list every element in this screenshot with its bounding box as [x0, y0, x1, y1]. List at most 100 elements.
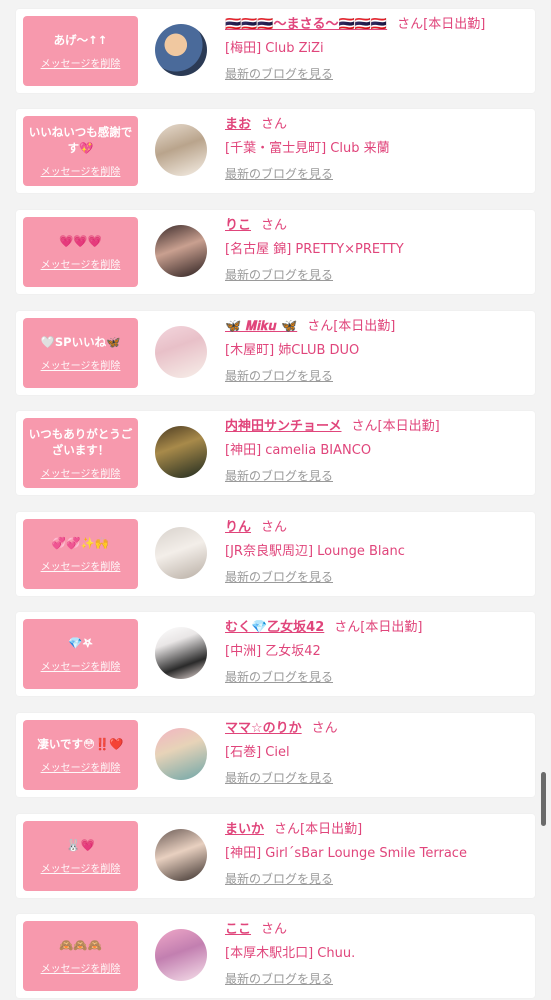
honorific: さん — [274, 822, 301, 837]
message-bubble: いつもありがとうございます！ メッセージを削除 — [23, 418, 138, 488]
avatar[interactable] — [155, 426, 207, 478]
avatar[interactable] — [155, 627, 207, 679]
delete-message-link[interactable]: メッセージを削除 — [41, 960, 121, 975]
delete-message-link[interactable]: メッセージを削除 — [41, 658, 121, 673]
profile-name-link[interactable]: むく💎乙女坂42 — [225, 620, 324, 635]
profile-name-link[interactable]: 🇹🇭🇹🇭🇹🇭〜まさる〜🇹🇭🇹🇭🇹🇭 — [225, 17, 387, 32]
profile-info: 🇹🇭🇹🇭🇹🇭〜まさる〜🇹🇭🇹🇭🇹🇭 さん[本日出勤] [梅田] Club ZiZi… — [225, 14, 530, 82]
message-text: 💎𖤐 — [68, 636, 93, 650]
shop-name: [石巻] Ciel — [225, 745, 290, 760]
attendance-tag: [本日出勤] — [300, 822, 363, 837]
profile-info: 内神田サンチョーメ さん[本日出勤] [神田] camelia BIANCO 最新… — [225, 416, 530, 484]
profile-name-link[interactable]: ここ — [225, 922, 251, 937]
shop-name: [木屋町] 姉CLUB DUO — [225, 343, 360, 358]
shop-name: [中洲] 乙女坂42 — [225, 644, 321, 659]
message-text: いつもありがとうございます！ — [28, 427, 133, 457]
message-card: 💞💞✨🙌 メッセージを削除 りん さん [JR奈良駅周辺] Lounge Blan… — [16, 512, 535, 596]
profile-info: ここ さん [本厚木駅北口] Chuu. 最新のブログを見る — [225, 919, 530, 987]
delete-message-link[interactable]: メッセージを削除 — [41, 558, 121, 573]
delete-message-link[interactable]: メッセージを削除 — [41, 256, 121, 271]
message-text: 🤍SPいいね🦋 — [40, 335, 121, 349]
shop-name: [梅田] Club ZiZi — [225, 41, 324, 56]
latest-blog-link[interactable]: 最新のブログを見る — [225, 770, 530, 786]
profile-info: まいか さん[本日出勤] [神田] Girl´sBar Lounge Smile … — [225, 819, 530, 887]
latest-blog-link[interactable]: 最新のブログを見る — [225, 66, 530, 82]
message-card: いいねいつも感謝です💖 メッセージを削除 まお さん [千葉・富士見町] Club… — [16, 109, 535, 193]
message-bubble: いいねいつも感謝です💖 メッセージを削除 — [23, 116, 138, 186]
avatar[interactable] — [155, 728, 207, 780]
profile-info: りん さん [JR奈良駅周辺] Lounge Blanc 最新のブログを見る — [225, 517, 530, 585]
message-text: 🐰💗 — [66, 838, 95, 852]
message-bubble: あげ〜↑↑ メッセージを削除 — [23, 16, 138, 86]
attendance-tag: [本日出勤] — [423, 17, 486, 32]
message-text: 🙈🙈🙈 — [59, 938, 102, 952]
message-text: あげ〜↑↑ — [53, 33, 108, 47]
profile-name-link[interactable]: まお — [225, 117, 251, 132]
message-card: 💗💗💗 メッセージを削除 りこ さん [名古屋 錦] PRETTY×PRETTY … — [16, 210, 535, 294]
avatar[interactable] — [155, 225, 207, 277]
profile-name-link[interactable]: 内神田サンチョーメ — [225, 419, 341, 434]
attendance-tag: [本日出勤] — [360, 620, 423, 635]
message-card: 凄いです😳‼️❤️ メッセージを削除 ママ☆のりか さん [石巻] Ciel 最新… — [16, 713, 535, 797]
avatar[interactable] — [155, 326, 207, 378]
message-text: 💞💞✨🙌 — [51, 536, 110, 550]
avatar[interactable] — [155, 527, 207, 579]
delete-message-link[interactable]: メッセージを削除 — [41, 357, 121, 372]
message-bubble: 🐰💗 メッセージを削除 — [23, 821, 138, 891]
profile-name-link[interactable]: りこ — [225, 218, 251, 233]
honorific: さん — [307, 319, 334, 334]
latest-blog-link[interactable]: 最新のブログを見る — [225, 368, 530, 384]
message-bubble: 💎𖤐 メッセージを削除 — [23, 619, 138, 689]
honorific: さん — [261, 520, 288, 535]
avatar[interactable] — [155, 929, 207, 981]
latest-blog-link[interactable]: 最新のブログを見る — [225, 267, 530, 283]
message-card: いつもありがとうございます！ メッセージを削除 内神田サンチョーメ さん[本日出勤… — [16, 411, 535, 495]
latest-blog-link[interactable]: 最新のブログを見る — [225, 468, 530, 484]
honorific: さん — [261, 117, 288, 132]
message-card: 🙈🙈🙈 メッセージを削除 ここ さん [本厚木駅北口] Chuu. 最新のブログを… — [16, 914, 535, 998]
avatar[interactable] — [155, 829, 207, 881]
message-text: 💗💗💗 — [59, 234, 102, 248]
honorific: さん — [261, 922, 288, 937]
profile-name-link[interactable]: りん — [225, 520, 251, 535]
profile-info: りこ さん [名古屋 錦] PRETTY×PRETTY 最新のブログを見る — [225, 215, 530, 283]
latest-blog-link[interactable]: 最新のブログを見る — [225, 669, 530, 685]
message-text: いいねいつも感謝です💖 — [28, 125, 133, 155]
delete-message-link[interactable]: メッセージを削除 — [41, 465, 121, 480]
delete-message-link[interactable]: メッセージを削除 — [41, 55, 121, 70]
honorific: さん — [261, 218, 288, 233]
scrollbar[interactable] — [541, 772, 546, 826]
message-card: 💎𖤐 メッセージを削除 むく💎乙女坂42 さん[本日出勤] [中洲] 乙女坂42 … — [16, 612, 535, 696]
shop-name: [本厚木駅北口] Chuu. — [225, 946, 356, 961]
profile-info: ママ☆のりか さん [石巻] Ciel 最新のブログを見る — [225, 718, 530, 786]
honorific: さん — [334, 620, 361, 635]
delete-message-link[interactable]: メッセージを削除 — [41, 759, 121, 774]
message-bubble: 🤍SPいいね🦋 メッセージを削除 — [23, 318, 138, 388]
profile-name-link[interactable]: まいか — [225, 822, 264, 837]
latest-blog-link[interactable]: 最新のブログを見る — [225, 871, 530, 887]
profile-name-link[interactable]: ママ☆のりか — [225, 721, 302, 736]
delete-message-link[interactable]: メッセージを削除 — [41, 860, 121, 875]
shop-name: [名古屋 錦] PRETTY×PRETTY — [225, 242, 404, 257]
profile-name-link[interactable]: 🦋 𝑴𝒊𝒌𝒖 🦋 — [225, 319, 297, 334]
message-bubble: 凄いです😳‼️❤️ メッセージを削除 — [23, 720, 138, 790]
message-card: 🐰💗 メッセージを削除 まいか さん[本日出勤] [神田] Girl´sBar L… — [16, 814, 535, 898]
message-bubble: 💗💗💗 メッセージを削除 — [23, 217, 138, 287]
attendance-tag: [本日出勤] — [377, 419, 440, 434]
message-card: あげ〜↑↑ メッセージを削除 🇹🇭🇹🇭🇹🇭〜まさる〜🇹🇭🇹🇭🇹🇭 さん[本日出勤]… — [16, 9, 535, 93]
honorific: さん — [351, 419, 378, 434]
message-card: 🤍SPいいね🦋 メッセージを削除 🦋 𝑴𝒊𝒌𝒖 🦋 さん[本日出勤] [木屋町] … — [16, 311, 535, 395]
shop-name: [JR奈良駅周辺] Lounge Blanc — [225, 544, 405, 559]
latest-blog-link[interactable]: 最新のブログを見る — [225, 166, 530, 182]
honorific: さん — [311, 721, 338, 736]
honorific: さん — [397, 17, 424, 32]
avatar[interactable] — [155, 124, 207, 176]
message-bubble: 🙈🙈🙈 メッセージを削除 — [23, 921, 138, 991]
delete-message-link[interactable]: メッセージを削除 — [41, 163, 121, 178]
latest-blog-link[interactable]: 最新のブログを見る — [225, 569, 530, 585]
avatar[interactable] — [155, 24, 207, 76]
profile-info: まお さん [千葉・富士見町] Club 来蘭 最新のブログを見る — [225, 114, 530, 182]
attendance-tag: [本日出勤] — [333, 319, 396, 334]
latest-blog-link[interactable]: 最新のブログを見る — [225, 971, 530, 987]
message-bubble: 💞💞✨🙌 メッセージを削除 — [23, 519, 138, 589]
